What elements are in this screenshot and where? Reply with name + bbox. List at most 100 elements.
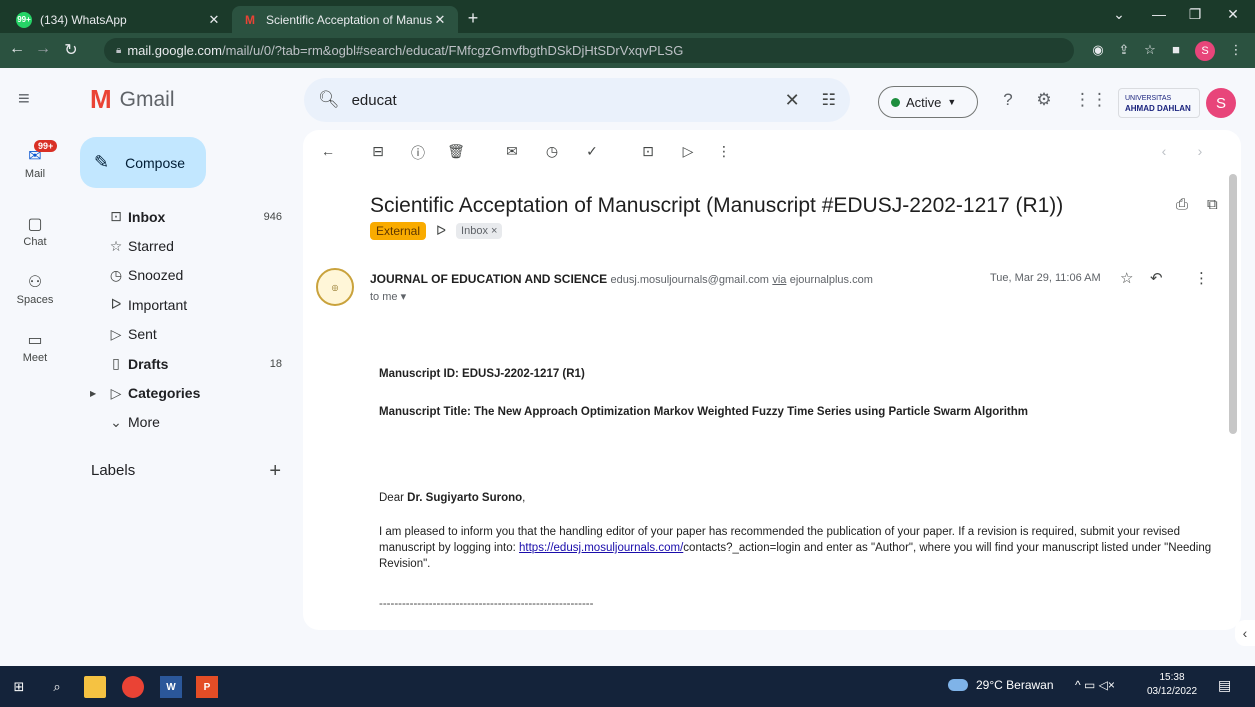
star-icon[interactable]: ☆ [1120,269,1133,287]
journal-link[interactable]: https://edusj.mosuljournals.com/ [519,542,683,554]
window-close-icon[interactable]: ✕ [1218,6,1248,23]
notification-icon[interactable]: ▤ [1218,677,1231,694]
lock-icon: 🔒︎ [116,45,122,56]
nav-label: Starred [128,238,174,255]
nav-item-drafts[interactable]: ▯ Drafts 18 [70,349,296,378]
search-bar[interactable]: 🔍︎ educat ✕ ☷ [304,78,850,122]
side-panel-toggle-icon[interactable]: ‹ [1235,620,1255,646]
pdf-app-icon[interactable]: P [196,676,218,698]
windows-start-icon[interactable]: ⊞ [8,676,30,698]
rail-item-chat[interactable]: ▢ Chat [0,214,70,248]
bookmark-star-icon[interactable]: ☆ [1140,42,1160,58]
message-more-icon[interactable]: ⋮ [1194,269,1209,287]
app-name: Gmail [119,87,175,111]
file-explorer-icon[interactable] [84,676,106,698]
move-to-icon[interactable]: ⊡ [639,143,657,160]
browser-tab-gmail[interactable]: M Scientific Acceptation of Manusc ✕ [232,6,458,33]
rail-label: Meet [22,352,48,364]
recipient-details[interactable]: to me ▾ [370,290,406,303]
important-marker-icon[interactable]: ᐅ [436,223,446,239]
inbox-label-chip[interactable]: Inbox × [456,223,503,239]
important-icon: ᐅ [110,296,122,313]
search-options-icon[interactable]: ☷ [822,90,836,110]
via-link[interactable]: via [772,274,786,286]
restore-icon[interactable]: ❐ [1180,6,1210,23]
inbox-icon: ⊡ [110,208,122,225]
word-icon[interactable]: W [160,676,182,698]
caret-down-icon: ▼ [947,97,957,107]
search-input[interactable]: educat [352,92,773,109]
compose-button[interactable]: ✎ Compose [80,137,206,188]
minimize-icon[interactable]: — [1144,6,1174,22]
nav-item-starred[interactable]: ☆ Starred [70,231,296,260]
url-input[interactable]: 🔒︎ mail.google.com /mail/u/0/?tab=rm&ogb… [104,38,1074,63]
search-icon[interactable]: 🔍︎ [318,90,340,110]
whatsapp-icon: 99+ [16,11,32,28]
sender-name[interactable]: JOURNAL OF EDUCATION AND SCIENCE [370,272,607,286]
sender-line: JOURNAL OF EDUCATION AND SCIENCE edusj.m… [370,272,873,286]
nav-item-categories[interactable]: ▶ ▷ Categories [70,378,296,407]
account-avatar[interactable]: S [1206,88,1236,118]
sidepanel-icon[interactable]: ■ [1166,42,1186,57]
nav-item-snoozed[interactable]: ◷ Snoozed [70,261,296,290]
newer-icon[interactable]: ‹ [1155,143,1173,159]
chrome-icon[interactable] [122,676,144,698]
open-new-window-icon[interactable]: ⧉ [1207,196,1218,213]
more-vert-icon[interactable]: ⋮ [715,143,733,160]
reply-icon[interactable]: ↶ [1150,269,1163,287]
gmail-logo[interactable]: M Gmail [90,84,175,115]
organization-logo[interactable]: UNIVERSITAS AHMAD DAHLAN [1118,88,1200,118]
share-icon[interactable]: ⇪ [1114,42,1134,58]
rail-item-mail[interactable]: ✉ 99+ Mail [0,140,70,180]
nav-item-more[interactable]: ⌄ More [70,408,296,437]
divider-line: ----------------------------------------… [379,598,594,610]
sender-avatar[interactable]: ◎ [316,268,354,306]
nav-item-important[interactable]: ᐅ Important [70,290,296,319]
report-spam-icon[interactable]: ⓘ [409,143,427,163]
snooze-icon[interactable]: ◷ [543,143,561,160]
rail-item-spaces[interactable]: ⚇ Spaces [0,272,70,306]
meet-icon: ▭ [27,332,43,349]
browser-profile-avatar[interactable]: S [1195,41,1215,61]
reload-icon[interactable]: ↻ [60,40,82,60]
nav-item-inbox[interactable]: ⊡ Inbox 946 [70,202,296,231]
clear-search-icon[interactable]: ✕ [785,90,800,111]
archive-icon[interactable]: ⊟ [369,143,387,160]
add-task-icon[interactable]: ✓ [583,143,601,160]
draft-icon: ▯ [112,355,120,372]
taskbar-search-icon[interactable]: ⌕ [46,676,68,698]
eye-icon[interactable]: ◉ [1088,42,1108,58]
browser-menu-icon[interactable]: ⋮ [1226,42,1246,58]
system-tray[interactable]: ^ ▭ ◁× [1075,678,1115,692]
back-icon[interactable]: ← [6,40,28,58]
windows-taskbar: ⊞ ⌕ W P 29°C Berawan ^ ▭ ◁× 15:38 03/12/… [0,666,1255,707]
apps-grid-icon[interactable]: ⋮⋮ [1074,90,1108,110]
scrollbar-thumb[interactable] [1229,174,1237,434]
older-icon[interactable]: › [1191,143,1209,159]
mark-unread-icon[interactable]: ✉ [503,143,521,160]
status-dropdown[interactable]: Active ▼ [878,86,978,118]
label-icon: ▷ [110,384,122,401]
help-icon[interactable]: ? [996,90,1020,110]
browser-tab-whatsapp[interactable]: 99+ (134) WhatsApp ✕ [6,6,232,33]
tab-search-icon[interactable]: ⌄ [1104,6,1134,23]
weather-widget[interactable]: 29°C Berawan [948,678,1054,692]
settings-gear-icon[interactable]: ⚙ [1032,90,1056,110]
gmail-icon: M [245,12,255,27]
add-label-icon[interactable]: + [269,460,281,483]
forward-icon[interactable]: → [32,40,54,58]
main-menu-icon[interactable]: ≡ [18,88,30,111]
message-body: Manuscript ID: EDUSJ-2202-1217 (R1) Manu… [379,366,1219,612]
clock[interactable]: 15:38 03/12/2022 [1142,671,1202,699]
expand-triangle-icon[interactable]: ▶ [90,389,96,398]
close-icon[interactable]: ✕ [206,12,222,28]
nav-count: 18 [269,357,282,370]
rail-item-meet[interactable]: ▭ Meet [0,330,70,364]
delete-icon[interactable]: 🗑︎ [447,143,465,160]
new-tab-button[interactable]: + [462,8,484,29]
back-arrow-icon[interactable]: ← [319,143,337,159]
nav-item-sent[interactable]: ▷ Sent [70,320,296,349]
label-icon[interactable]: ▷ [679,143,697,160]
print-icon[interactable]: ⎙ [1176,196,1188,213]
close-icon[interactable]: ✕ [432,12,448,28]
